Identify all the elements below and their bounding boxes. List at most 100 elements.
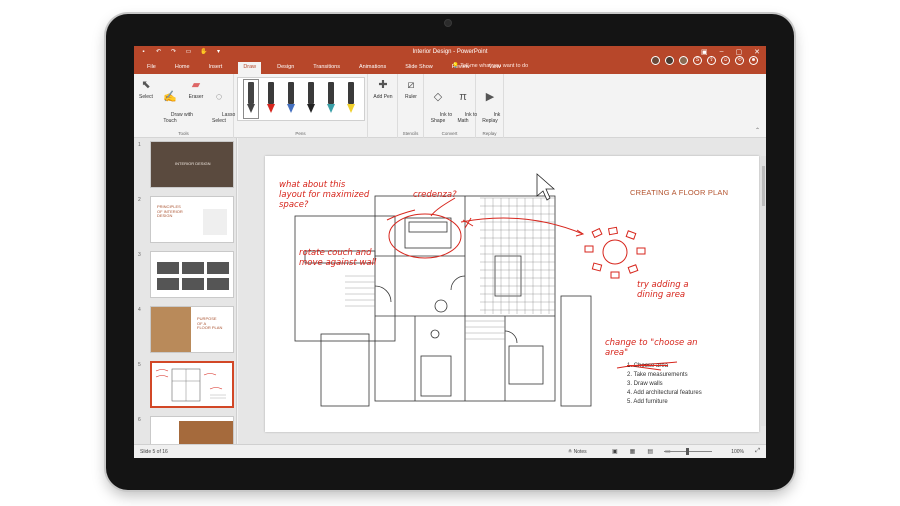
tab-slide-show[interactable]: Slide Show — [402, 63, 436, 74]
group-replay: ▶ Ink Replay Replay — [476, 74, 504, 138]
scroll-thumb[interactable] — [762, 166, 765, 206]
group-stencils: ⧄ Ruler Stencils — [398, 74, 424, 138]
plus-icon: ✚ — [378, 79, 388, 91]
tab-draw[interactable]: Draw — [238, 62, 262, 74]
lasso-select-button[interactable]: ◌ Lasso Select — [208, 78, 235, 130]
slide-number: 4 — [138, 307, 141, 313]
slide-thumbnail-pane: 1 INTERIOR DESIGN 2 PRINCIPLES OF INTERI… — [134, 138, 237, 444]
hand-pen-icon: ✍ — [163, 91, 177, 103]
slide-thumbnail-5[interactable] — [150, 361, 234, 408]
notes-button[interactable]: ≙ Notes — [568, 449, 587, 455]
block-image — [207, 278, 229, 290]
group-label: Stencils — [402, 131, 419, 136]
lightbulb-icon: 💡 — [452, 63, 459, 69]
vertical-scrollbar[interactable] — [761, 156, 766, 426]
ribbon-tabs: File Home Insert Draw Design Transitions… — [134, 55, 766, 74]
view-buttons: ▣ ▦ ▤ ▭ — [612, 448, 671, 455]
ink-note-dining-area[interactable]: try adding a dining area — [637, 280, 689, 300]
share-icon[interactable]: ⇪ — [707, 55, 716, 65]
slide-number: 5 — [138, 362, 141, 368]
slide-thumbnail-4[interactable]: PURPOSE OF A FLOOR PLAN — [150, 306, 234, 353]
slide-number: 6 — [138, 417, 141, 423]
ink-to-math-button[interactable]: π Ink to Math — [451, 78, 477, 130]
pen-gallery — [237, 77, 365, 121]
slide-number: 3 — [138, 252, 141, 258]
ink-note-credenza[interactable]: credenza? — [413, 190, 457, 200]
ink-replay-button[interactable]: ▶ Ink Replay — [479, 78, 501, 130]
ruler-button[interactable]: ⧄ Ruler — [401, 78, 421, 100]
normal-view-icon[interactable]: ▣ — [612, 448, 618, 455]
pen-blue[interactable] — [286, 82, 296, 116]
fit-to-window-icon[interactable]: ⤢ — [755, 448, 760, 455]
collaborators: S ⇪ ☺ ⟲ ☻ — [651, 47, 758, 73]
wood-photo — [151, 307, 191, 352]
ink-to-shape-button[interactable]: ◇ Ink to Shape — [426, 78, 452, 130]
steps-list[interactable]: 1. Choose area 2. Take measurements 3. D… — [627, 362, 702, 407]
feedback-icon[interactable]: ☻ — [749, 55, 758, 65]
list-item: 2. Take measurements — [627, 372, 688, 378]
ink-note-change-text[interactable]: change to "choose an area" — [605, 338, 698, 358]
tell-me-placeholder: Tell me what you want to do — [460, 63, 529, 69]
tab-insert[interactable]: Insert — [206, 63, 226, 74]
history-icon[interactable]: ⟲ — [735, 55, 744, 65]
avatar[interactable] — [665, 55, 674, 65]
tab-file[interactable]: File — [144, 63, 159, 74]
select-button[interactable]: ⬉ Select — [138, 78, 154, 100]
group-label: Replay — [482, 131, 497, 136]
brown-panel — [179, 421, 233, 444]
tab-home[interactable]: Home — [172, 63, 193, 74]
ribbon-draw: ⬉ Select ✍ Draw with Touch ▰ Eraser ◌ La… — [134, 74, 766, 138]
skype-icon[interactable]: S — [693, 55, 702, 65]
ink-note-maximize[interactable]: what about this layout for maximized spa… — [279, 180, 369, 210]
slide-sorter-icon[interactable]: ▦ — [630, 448, 636, 455]
group-tools: ⬉ Select ✍ Draw with Touch ▰ Eraser ◌ La… — [134, 74, 235, 138]
math-icon: π — [459, 91, 467, 103]
zoom-slider-thumb[interactable] — [686, 448, 689, 455]
tab-animations[interactable]: Animations — [356, 63, 389, 74]
notes-icon: ≙ — [568, 449, 573, 455]
add-pen-button[interactable]: ✚ Add Pen — [370, 78, 396, 100]
pen-teal[interactable] — [326, 82, 336, 116]
current-slide[interactable]: CREATING A FLOOR PLAN what about this la… — [265, 156, 759, 432]
slide-thumbnail-6[interactable] — [150, 416, 234, 444]
block-image — [207, 262, 229, 274]
avatar[interactable] — [651, 55, 660, 65]
list-item: 4. Add architectural features — [627, 390, 702, 396]
pen-red[interactable] — [266, 82, 276, 116]
tab-design[interactable]: Design — [274, 63, 297, 74]
ink-note-rotate-couch[interactable]: rotate couch and move against wall — [299, 248, 376, 268]
zoom-level[interactable]: 100% — [731, 449, 744, 455]
group-pens: Pens — [234, 74, 368, 138]
pen-dark[interactable] — [306, 82, 316, 116]
group-label: Tools — [178, 131, 189, 136]
eraser-button[interactable]: ▰ Eraser — [186, 78, 206, 100]
slide-thumbnail-3[interactable] — [150, 251, 234, 298]
camera-icon — [444, 19, 452, 27]
reading-view-icon[interactable]: ▤ — [647, 448, 653, 455]
slide-number: 1 — [138, 142, 141, 148]
list-item: 1. Choose area — [627, 363, 669, 369]
account-icon[interactable]: ☺ — [721, 55, 730, 65]
slide-thumbnail-1[interactable]: INTERIOR DESIGN — [150, 141, 234, 188]
collapse-ribbon-icon[interactable]: ⌃ — [755, 127, 760, 134]
pen-black[interactable] — [243, 79, 259, 119]
replay-icon: ▶ — [485, 91, 495, 103]
ruler-icon: ⧄ — [407, 79, 415, 91]
group-convert: ◇ Ink to Shape π Ink to Math Convert — [424, 74, 477, 138]
slide-number: 2 — [138, 197, 141, 203]
tablet-frame: ▪ ↶ ↷ ▭ ✋ ▾ Interior Design - PowerPoint… — [106, 14, 794, 490]
slide-title[interactable]: CREATING A FLOOR PLAN — [630, 188, 728, 197]
powerpoint-window: ▪ ↶ ↷ ▭ ✋ ▾ Interior Design - PowerPoint… — [134, 46, 766, 458]
tab-transitions[interactable]: Transitions — [310, 63, 343, 74]
slide-editing-area: CREATING A FLOOR PLAN what about this la… — [238, 138, 766, 444]
slide-thumbnail-2[interactable]: PRINCIPLES OF INTERIOR DESIGN — [150, 196, 234, 243]
lasso-icon: ◌ — [215, 91, 223, 103]
eraser-icon: ▰ — [191, 79, 201, 91]
draw-with-touch-button[interactable]: ✍ Draw with Touch — [157, 78, 193, 130]
tell-me-search[interactable]: 💡 Tell me what you want to do — [452, 63, 528, 69]
highlighter-yellow[interactable] — [346, 82, 356, 116]
cursor-icon: ⬉ — [141, 79, 151, 91]
block-image — [157, 262, 179, 274]
group-add-pen: ✚ Add Pen — [368, 74, 398, 138]
avatar[interactable] — [679, 55, 688, 65]
